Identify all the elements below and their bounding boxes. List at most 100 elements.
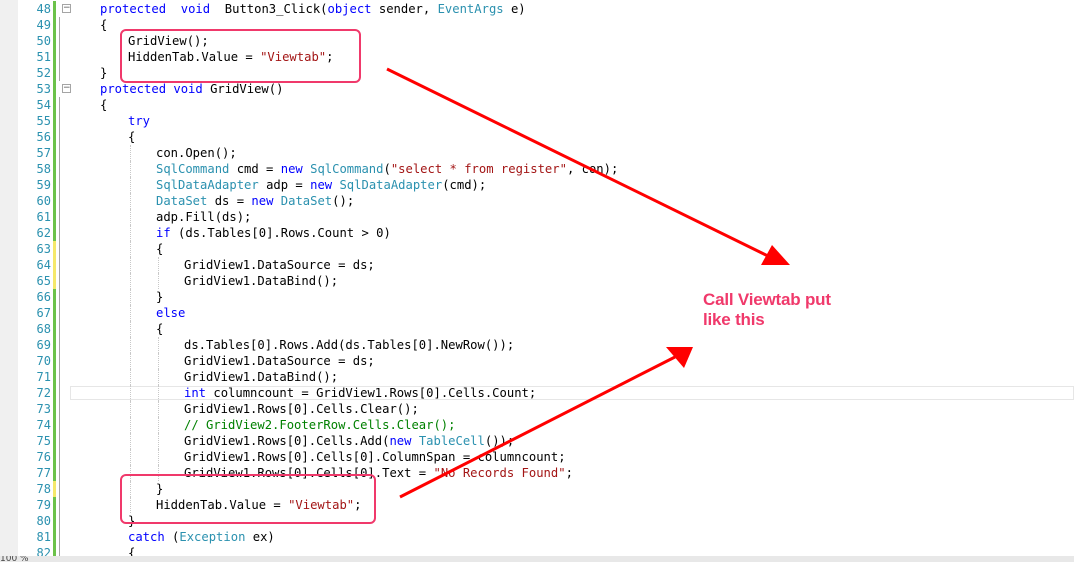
code-line[interactable]: 81 catch (Exception ex): [0, 529, 1074, 545]
change-marker: [53, 305, 56, 321]
outline-line: [59, 289, 60, 305]
indent-guide: [130, 145, 131, 161]
code-token: ds =: [207, 194, 252, 208]
line-number: 63: [36, 242, 51, 256]
line-number: 78: [36, 482, 51, 496]
zoom-level[interactable]: 100 %: [0, 556, 56, 562]
indent-guide: [158, 449, 159, 465]
line-number: 72: [36, 386, 51, 400]
code-line[interactable]: 48 − protected void Button3_Click(object s…: [0, 1, 1074, 17]
code-text: GridView1.Rows[0].Cells[0].ColumnSpan = …: [184, 449, 566, 465]
collapse-icon[interactable]: −: [62, 84, 71, 93]
line-number: 82: [36, 546, 51, 556]
code-token: SqlCommand: [156, 162, 230, 176]
code-line[interactable]: 73 GridView1.Rows[0].Cells.Clear();: [0, 401, 1074, 417]
line-number: 58: [36, 162, 51, 176]
code-token: SqlDataAdapter: [339, 178, 443, 192]
code-line[interactable]: 71 GridView1.DataBind();: [0, 369, 1074, 385]
line-number: 55: [36, 114, 51, 128]
outline-line: [59, 513, 60, 529]
code-line[interactable]: 60 DataSet ds = new DataSet();: [0, 193, 1074, 209]
horizontal-scrollbar[interactable]: [0, 556, 1074, 562]
code-token: }: [100, 66, 108, 80]
code-text: {: [128, 129, 135, 145]
change-marker: [53, 545, 56, 556]
code-line[interactable]: 68 {: [0, 321, 1074, 337]
line-number: 66: [36, 290, 51, 304]
outline-line: [59, 113, 60, 129]
change-marker: [53, 129, 56, 145]
code-token: catch: [128, 530, 165, 544]
indent-guide: [158, 401, 159, 417]
code-text: }: [156, 289, 163, 305]
code-line[interactable]: 69 ds.Tables[0].Rows.Add(ds.Tables[0].New…: [0, 337, 1074, 353]
outline-line: [59, 321, 60, 337]
code-token: {: [100, 98, 108, 112]
code-token: TableCell: [418, 434, 485, 448]
code-token: GridView1.DataBind();: [184, 274, 339, 288]
line-number: 65: [36, 274, 51, 288]
code-token: Button3_Click(: [210, 2, 328, 16]
code-line[interactable]: 62 if (ds.Tables[0].Rows.Count > 0): [0, 225, 1074, 241]
code-line[interactable]: 57 con.Open();: [0, 145, 1074, 161]
code-line[interactable]: 74 // GridView2.FooterRow.Cells.Clear();: [0, 417, 1074, 433]
code-line[interactable]: 67 else: [0, 305, 1074, 321]
code-line[interactable]: 53 − protected void GridView(): [0, 81, 1074, 97]
change-marker: [53, 161, 56, 177]
change-marker: [53, 481, 56, 497]
outline-line: [59, 369, 60, 385]
code-line[interactable]: 54 {: [0, 97, 1074, 113]
code-line[interactable]: 58 SqlCommand cmd = new SqlCommand("selec…: [0, 161, 1074, 177]
code-line[interactable]: 70 GridView1.DataSource = ds;: [0, 353, 1074, 369]
indent-guide: [130, 257, 131, 273]
code-text: GridView1.Rows[0].Cells.Clear();: [184, 401, 419, 417]
change-marker: [53, 257, 56, 273]
indent-guide: [158, 385, 159, 401]
line-number: 50: [36, 34, 51, 48]
code-token: }: [156, 290, 164, 304]
code-line[interactable]: 59 SqlDataAdapter adp = new SqlDataAdapte…: [0, 177, 1074, 193]
indent-guide: [130, 241, 131, 257]
code-line[interactable]: 63 {: [0, 241, 1074, 257]
code-text: {: [100, 97, 107, 113]
code-line[interactable]: 64 GridView1.DataSource = ds;: [0, 257, 1074, 273]
code-token: new: [251, 194, 274, 208]
code-line[interactable]: 72 int columncount = GridView1.Rows[0].Ce…: [0, 385, 1074, 401]
code-line[interactable]: 56 {: [0, 129, 1074, 145]
outline-line: [59, 529, 60, 545]
indent-guide: [158, 257, 159, 273]
outline-line: [59, 33, 60, 49]
line-number: 56: [36, 130, 51, 144]
code-text: // GridView2.FooterRow.Cells.Clear();: [184, 417, 456, 433]
code-line[interactable]: 66}: [0, 289, 1074, 305]
code-editor[interactable]: 48 − protected void Button3_Click(object s…: [0, 0, 1074, 556]
line-number: 59: [36, 178, 51, 192]
collapse-icon[interactable]: −: [62, 4, 71, 13]
code-text: protected void GridView(): [100, 81, 283, 97]
code-text: {: [156, 241, 163, 257]
indent-guide: [158, 433, 159, 449]
code-line[interactable]: 76 GridView1.Rows[0].Cells[0].ColumnSpan …: [0, 449, 1074, 465]
line-number: 81: [36, 530, 51, 544]
code-line[interactable]: 65 GridView1.DataBind();: [0, 273, 1074, 289]
code-token: int: [184, 386, 207, 400]
code-token: {: [156, 242, 164, 256]
code-line[interactable]: 55 try: [0, 113, 1074, 129]
change-marker: [53, 497, 56, 513]
code-line[interactable]: 61 adp.Fill(ds);: [0, 209, 1074, 225]
change-marker: [53, 113, 56, 129]
code-token: new: [389, 434, 412, 448]
code-token: "No Records Found": [433, 466, 566, 480]
code-line[interactable]: 82 {: [0, 545, 1074, 556]
change-marker: [53, 401, 56, 417]
line-number: 61: [36, 210, 51, 224]
code-token: DataSet: [280, 194, 333, 208]
outline-line: [59, 417, 60, 433]
outline-line: [59, 385, 60, 401]
code-token: protected: [100, 82, 167, 96]
code-token: SqlDataAdapter: [156, 178, 259, 192]
outline-line: [59, 65, 60, 81]
code-line[interactable]: 75 GridView1.Rows[0].Cells.Add(new TableC…: [0, 433, 1074, 449]
